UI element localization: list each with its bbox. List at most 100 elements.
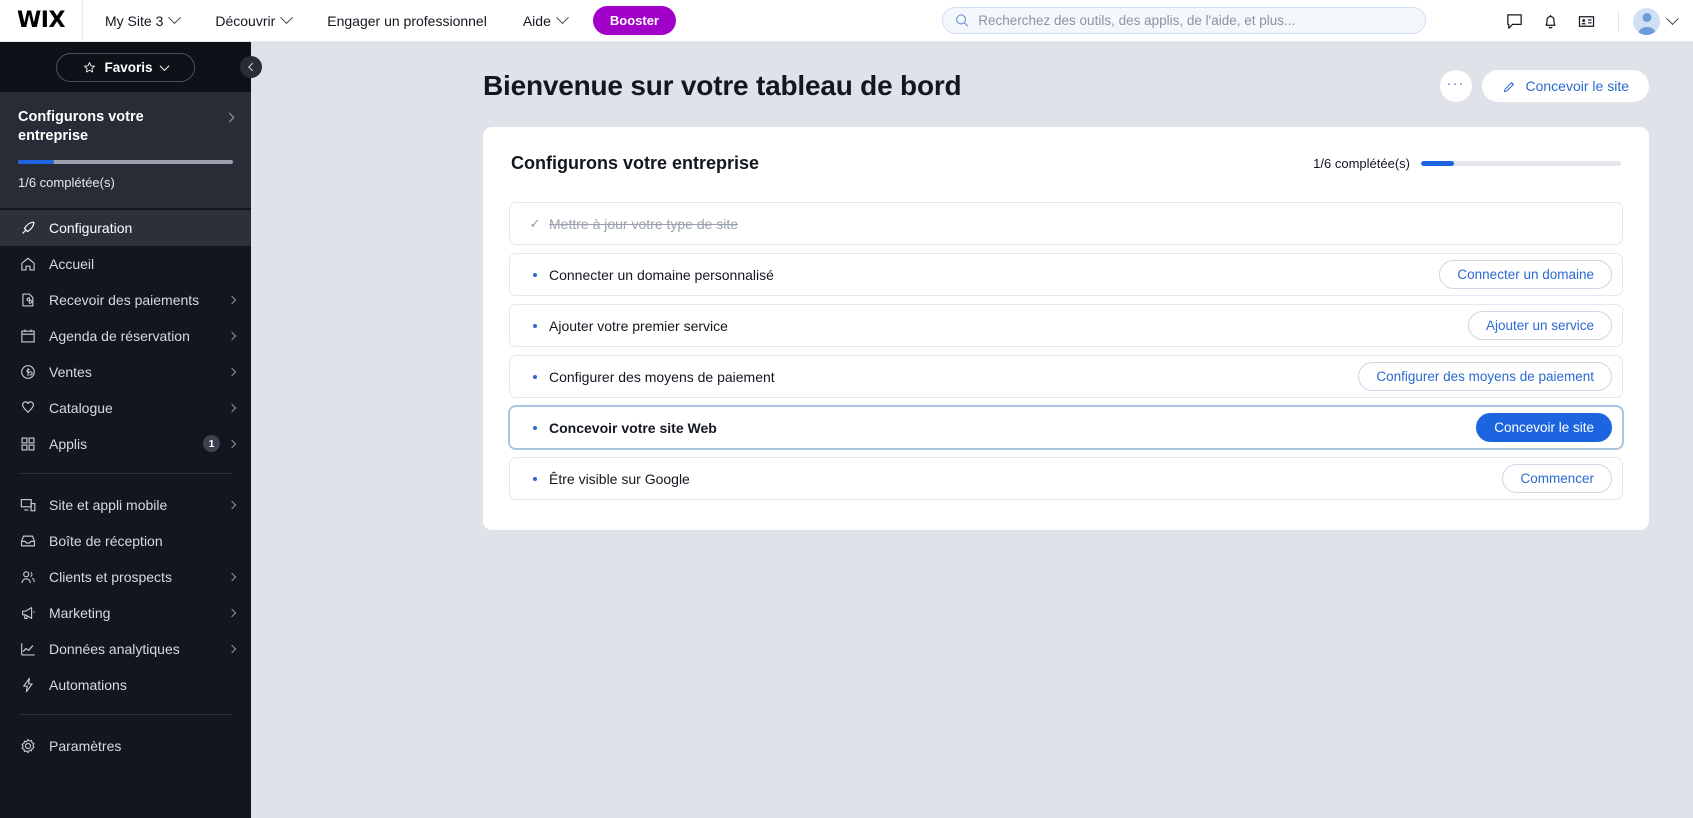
chevron-right-icon — [224, 112, 235, 123]
sidebar-item-label: Données analytiques — [49, 640, 180, 657]
sidebar-item-label: Marketing — [49, 604, 111, 621]
avatar — [1633, 7, 1660, 35]
page-title: Bienvenue sur votre tableau de bord — [483, 70, 962, 101]
checklist-item[interactable]: Ajouter votre premier service Ajouter un … — [509, 304, 1623, 347]
setup-card-progress-track — [1421, 161, 1621, 166]
sidebar-item-label: Clients et prospects — [49, 568, 172, 585]
checklist-item[interactable]: Concevoir votre site Web Concevoir le sit… — [509, 406, 1623, 449]
sidebar-setup-title: Configurons votre entreprise — [18, 109, 144, 144]
topnav-item-discover[interactable]: Découvrir — [197, 0, 309, 42]
sidebar-item-catalogue[interactable]: Catalogue — [0, 390, 251, 426]
chat-icon[interactable] — [1496, 3, 1532, 39]
checklist-item-action-button[interactable]: Commencer — [1502, 464, 1612, 493]
sidebar-item-clients-et-prospects[interactable]: Clients et prospects — [0, 559, 251, 595]
sidebar-item-ventes[interactable]: Ventes — [0, 354, 251, 390]
sidebar-item-applis[interactable]: Applis 1 — [0, 426, 251, 462]
setup-card-progress-text: 1/6 complétée(s) — [1313, 156, 1410, 171]
topnav-item-help[interactable]: Aide — [505, 0, 585, 42]
sidebar-item-label: Boîte de réception — [49, 532, 163, 549]
chevron-right-icon — [227, 644, 237, 653]
checklist-item[interactable]: Connecter un domaine personnalisé Connect… — [509, 253, 1623, 296]
bullet-dot-icon — [526, 272, 544, 277]
rocket-icon — [22, 221, 35, 234]
checklist-item-action-button[interactable]: Connecter un domaine — [1439, 260, 1612, 289]
bullet-dot-icon — [526, 425, 544, 430]
payments-icon — [22, 293, 34, 307]
grid-apps-icon — [21, 437, 35, 451]
more-options-button[interactable]: ··· — [1439, 70, 1472, 102]
sidebar-item-label: Automations — [49, 676, 127, 693]
sidebar-item-param-tres[interactable]: Paramètres — [0, 728, 251, 764]
megaphone-icon — [22, 606, 35, 619]
topnav-label-hire-pro: Engager un professionnel — [327, 12, 487, 29]
sidebar-item-site-et-appli-mobile[interactable]: Site et appli mobile — [0, 487, 251, 523]
checklist-item-action-button[interactable]: Concevoir le site — [1476, 413, 1612, 442]
search-box[interactable] — [942, 7, 1426, 34]
favorites-button[interactable]: Favoris — [56, 52, 195, 82]
search-input[interactable] — [978, 13, 1425, 28]
wix-logo[interactable]: WIX — [0, 8, 82, 33]
sidebar-item-donn-es-analytiques[interactable]: Données analytiques — [0, 631, 251, 667]
design-site-button[interactable]: Concevoir le site — [1481, 70, 1649, 102]
chevron-right-icon — [227, 572, 237, 581]
gear-icon — [21, 738, 35, 753]
sidebar-item-configuration[interactable]: Configuration — [0, 209, 251, 246]
sidebar-item-bo-te-de-r-ception[interactable]: Boîte de réception — [0, 523, 251, 559]
chevron-down-icon — [168, 11, 182, 25]
checklist-item-label: Mettre à jour votre type de site — [549, 215, 739, 232]
sidebar-item-label: Accueil — [49, 255, 95, 272]
chart-line-icon — [19, 639, 41, 659]
check-icon: ✓ — [529, 216, 541, 231]
pencil-icon — [1503, 81, 1514, 92]
chevron-left-icon — [248, 62, 257, 72]
design-site-label: Concevoir le site — [1525, 78, 1630, 94]
setup-card-header: Configurons votre entreprise 1/6 complét… — [509, 153, 1623, 174]
dollar-circle-icon — [21, 364, 35, 379]
sidebar-item-marketing[interactable]: Marketing — [0, 595, 251, 631]
sidebar-item-label: Applis — [49, 435, 88, 452]
divider — [1618, 10, 1619, 32]
chevron-down-icon — [555, 11, 569, 25]
sidebar-item-badge: 1 — [203, 435, 220, 453]
top-bar: WIX My Site 3 Découvrir Engager un profe… — [0, 0, 1693, 42]
sidebar-item-accueil[interactable]: Accueil — [0, 246, 251, 282]
chevron-down-icon — [159, 60, 169, 71]
avatar-menu[interactable] — [1633, 7, 1681, 35]
checklist-item[interactable]: Être visible sur Google Commencer — [509, 457, 1623, 500]
sidebar-item-label: Ventes — [49, 363, 92, 380]
inbox-icon — [20, 535, 36, 547]
contact-card-icon[interactable] — [1568, 3, 1604, 39]
booster-button[interactable]: Booster — [592, 6, 676, 35]
sidebar-nav-secondary: Site et appli mobile Boîte de réception Cl… — [0, 485, 251, 703]
favorites-label: Favoris — [104, 59, 153, 75]
topnav-label-site: My Site 3 — [105, 12, 164, 29]
checklist-item-label: Ajouter votre premier service — [549, 317, 728, 334]
rocket-icon — [19, 218, 41, 238]
topnav-item-hire-pro[interactable]: Engager un professionnel — [309, 0, 505, 42]
checklist-item-action-button[interactable]: Configurer des moyens de paiement — [1358, 362, 1612, 391]
home-icon — [21, 257, 35, 271]
people-icon — [21, 570, 35, 583]
sidebar-item-agenda-de-r-servation[interactable]: Agenda de réservation — [0, 318, 251, 354]
payments-icon — [19, 290, 41, 310]
sidebar-collapse-button[interactable] — [240, 56, 262, 78]
sidebar-setup-panel[interactable]: Configurons votre entreprise 1/6 complét… — [0, 92, 251, 208]
inbox-icon — [19, 531, 41, 551]
page-header-actions: ··· Concevoir le site — [1439, 70, 1649, 102]
checklist-item-label: Connecter un domaine personnalisé — [549, 266, 774, 283]
sidebar-nav-primary: Configuration Accueil Recevoir des paiemen… — [0, 208, 251, 462]
bell-icon[interactable] — [1532, 3, 1568, 39]
page-header: Bienvenue sur votre tableau de bord ··· … — [251, 42, 1693, 102]
checklist-item[interactable]: Configurer des moyens de paiement Configu… — [509, 355, 1623, 398]
sidebar-item-automations[interactable]: Automations — [0, 667, 251, 703]
bullet-dot-icon — [526, 476, 544, 481]
checklist-item[interactable]: ✓ Mettre à jour votre type de site — [509, 202, 1623, 245]
setup-card: Configurons votre entreprise 1/6 complét… — [483, 127, 1649, 530]
checklist-item-action-button[interactable]: Ajouter un service — [1467, 311, 1612, 340]
checklist-item-label: Configurer des moyens de paiement — [549, 368, 775, 385]
checklist-item-label: Être visible sur Google — [549, 470, 690, 487]
chevron-down-icon — [280, 11, 294, 25]
sidebar-item-recevoir-des-paiements[interactable]: Recevoir des paiements — [0, 282, 251, 318]
sidebar-item-label: Paramètres — [49, 737, 122, 754]
topnav-item-site[interactable]: My Site 3 — [82, 0, 197, 42]
